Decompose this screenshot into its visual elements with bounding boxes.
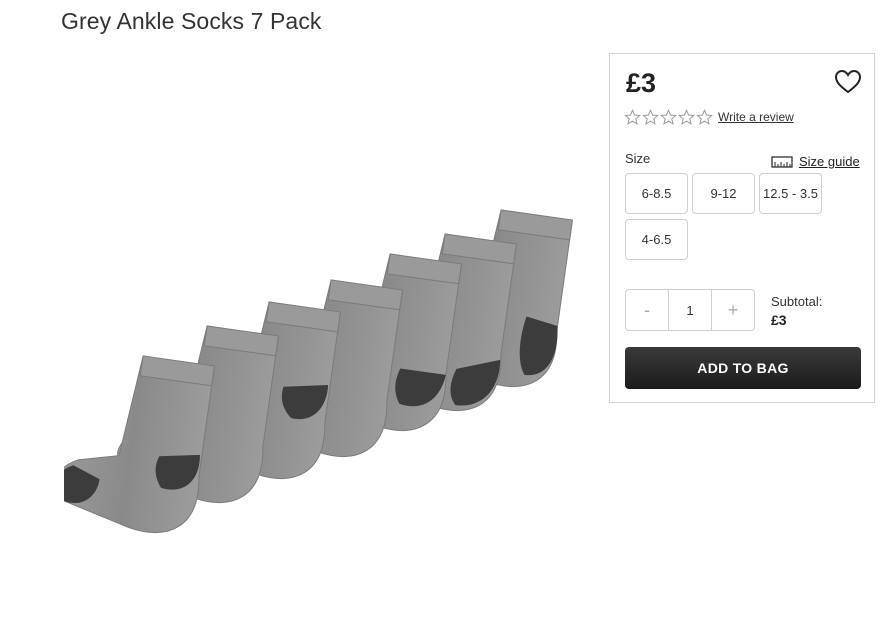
size-option-6-8-5[interactable]: 6-8.5 bbox=[625, 173, 688, 214]
size-guide-link[interactable]: Size guide bbox=[771, 154, 860, 169]
quantity-stepper: - 1 + bbox=[625, 289, 755, 331]
heart-icon[interactable] bbox=[834, 68, 862, 96]
purchase-panel: £3 Write a review Size Size guide 6-8.5 … bbox=[609, 53, 875, 403]
product-title: Grey Ankle Socks 7 Pack bbox=[61, 8, 322, 34]
ruler-icon bbox=[771, 155, 793, 168]
star-outline-icon bbox=[696, 109, 713, 125]
product-image bbox=[64, 209, 573, 534]
quantity-increase-button[interactable]: + bbox=[712, 290, 754, 330]
size-option-9-12[interactable]: 9-12 bbox=[692, 173, 755, 214]
sock-group bbox=[64, 209, 573, 534]
star-outline-icon bbox=[642, 109, 659, 125]
star-outline-icon bbox=[678, 109, 695, 125]
rating-stars bbox=[624, 109, 713, 126]
quantity-input[interactable]: 1 bbox=[668, 290, 712, 330]
add-to-bag-button[interactable]: ADD TO BAG bbox=[625, 347, 861, 389]
size-guide-label: Size guide bbox=[799, 154, 860, 169]
star-outline-icon bbox=[624, 109, 641, 125]
size-option-12-5-3-5[interactable]: 12.5 - 3.5 bbox=[759, 173, 822, 214]
subtotal-label: Subtotal: bbox=[771, 294, 823, 309]
size-label: Size bbox=[625, 151, 651, 166]
star-outline-icon bbox=[660, 109, 677, 125]
write-review-link[interactable]: Write a review bbox=[718, 110, 794, 124]
price: £3 bbox=[626, 68, 657, 98]
subtotal-value: £3 bbox=[771, 312, 787, 328]
size-option-4-6-5[interactable]: 4-6.5 bbox=[625, 219, 688, 260]
quantity-decrease-button[interactable]: - bbox=[626, 290, 668, 330]
